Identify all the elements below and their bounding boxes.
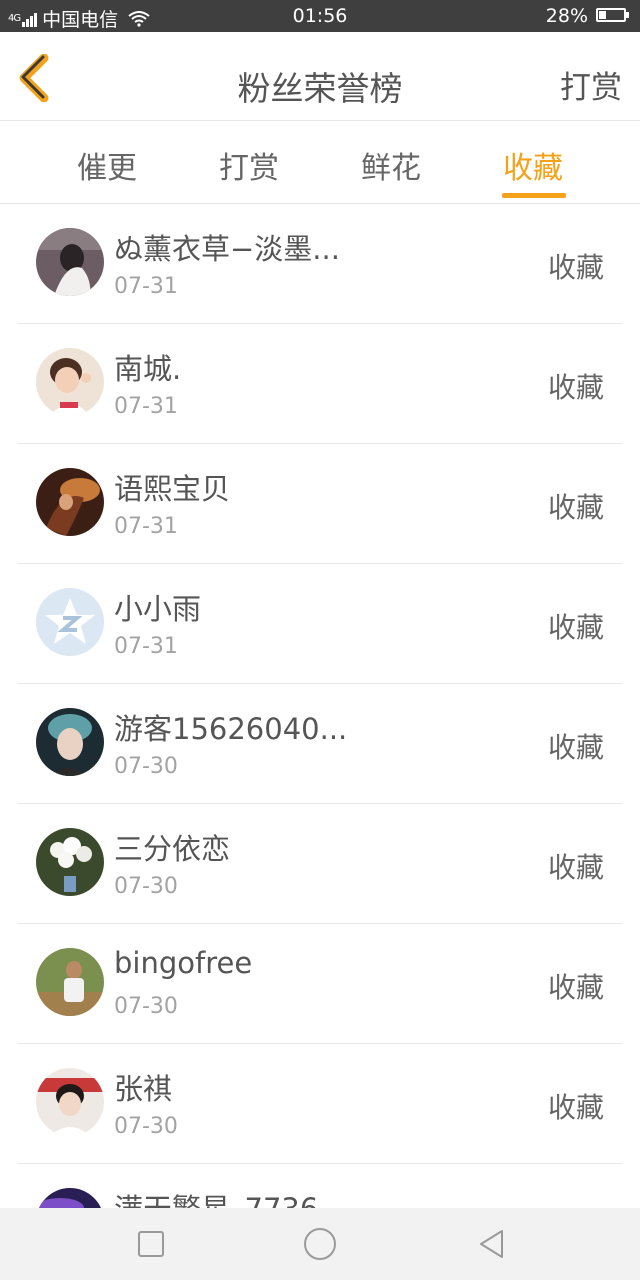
date-label: 07-31 [114, 274, 178, 299]
list-item[interactable]: 张祺 07-30 收藏 [18, 1044, 622, 1164]
avatar [36, 1068, 104, 1136]
status-bar: 4G 中国电信 01:56 28% [0, 0, 640, 32]
list-item[interactable]: 南城. 07-31 收藏 [18, 324, 622, 444]
fan-list: ぬ薰衣草−淡墨... 07-31 收藏 南城. 07-31 收藏 语熙宝贝 07… [0, 204, 640, 1208]
date-label: 07-31 [114, 514, 178, 539]
avatar [36, 348, 104, 416]
action-type: 收藏 [547, 731, 604, 764]
date-label: 07-30 [114, 874, 178, 899]
user-name: 张祺 [114, 1072, 173, 1106]
action-type: 收藏 [547, 371, 604, 404]
user-name: bingofree [114, 946, 253, 980]
list-item[interactable]: 小小雨 07-31 收藏 [18, 564, 622, 684]
list-item[interactable]: 三分依恋 07-30 收藏 [18, 804, 622, 924]
action-type: 收藏 [547, 251, 604, 284]
date-label: 07-31 [114, 394, 178, 419]
user-name: ぬ薰衣草−淡墨... [114, 232, 340, 266]
action-type: 收藏 [547, 491, 604, 524]
user-name: 游客15626040... [114, 712, 348, 746]
user-name: 三分依恋 [114, 832, 231, 866]
date-label: 07-30 [114, 994, 178, 1019]
battery-percent: 28% [545, 5, 588, 27]
avatar [36, 708, 104, 776]
home-icon[interactable] [302, 1226, 338, 1262]
recent-apps-icon[interactable] [135, 1228, 167, 1260]
avatar [36, 468, 104, 536]
list-item[interactable]: 满天繁星_7736 收藏 [18, 1164, 622, 1208]
user-name: 南城. [114, 352, 182, 386]
date-label: 07-30 [114, 1114, 178, 1139]
date-label: 07-30 [114, 754, 178, 779]
active-tab-indicator [502, 193, 566, 198]
avatar [36, 588, 104, 656]
action-type: 收藏 [547, 971, 604, 1004]
avatar [36, 828, 104, 896]
tab-flowers[interactable]: 鲜花 [341, 143, 441, 187]
battery-icon [596, 8, 630, 24]
list-item[interactable]: 语熙宝贝 07-31 收藏 [18, 444, 622, 564]
avatar [36, 948, 104, 1016]
navigation-bar [0, 1208, 640, 1280]
tab-reward[interactable]: 打赏 [199, 143, 299, 187]
user-name: 满天繁星_7736 [114, 1186, 318, 1208]
list-item[interactable]: bingofree 07-30 收藏 [18, 924, 622, 1044]
tab-urge[interactable]: 催更 [57, 143, 157, 187]
reward-button[interactable]: 打赏 [560, 62, 622, 107]
list-item[interactable]: 游客15626040... 07-30 收藏 [18, 684, 622, 804]
list-item[interactable]: ぬ薰衣草−淡墨... 07-31 收藏 [18, 204, 622, 324]
back-icon[interactable] [476, 1228, 508, 1260]
avatar [36, 1188, 104, 1208]
tab-favorites[interactable]: 收藏 [483, 143, 583, 187]
action-type: 收藏 [547, 851, 604, 884]
user-name: 小小雨 [114, 592, 202, 626]
action-type: 收藏 [547, 1091, 604, 1124]
avatar [36, 228, 104, 296]
tab-bar: 催更 打赏 鲜花 收藏 [0, 121, 640, 204]
user-name: 语熙宝贝 [114, 472, 231, 506]
status-right: 28% [546, 5, 630, 27]
date-label: 07-31 [114, 634, 178, 659]
page-title: 粉丝荣誉榜 [237, 69, 403, 108]
action-type: 收藏 [547, 611, 604, 644]
app-header: 粉丝荣誉榜 打赏 [0, 32, 640, 121]
clock: 01:56 [292, 5, 348, 27]
